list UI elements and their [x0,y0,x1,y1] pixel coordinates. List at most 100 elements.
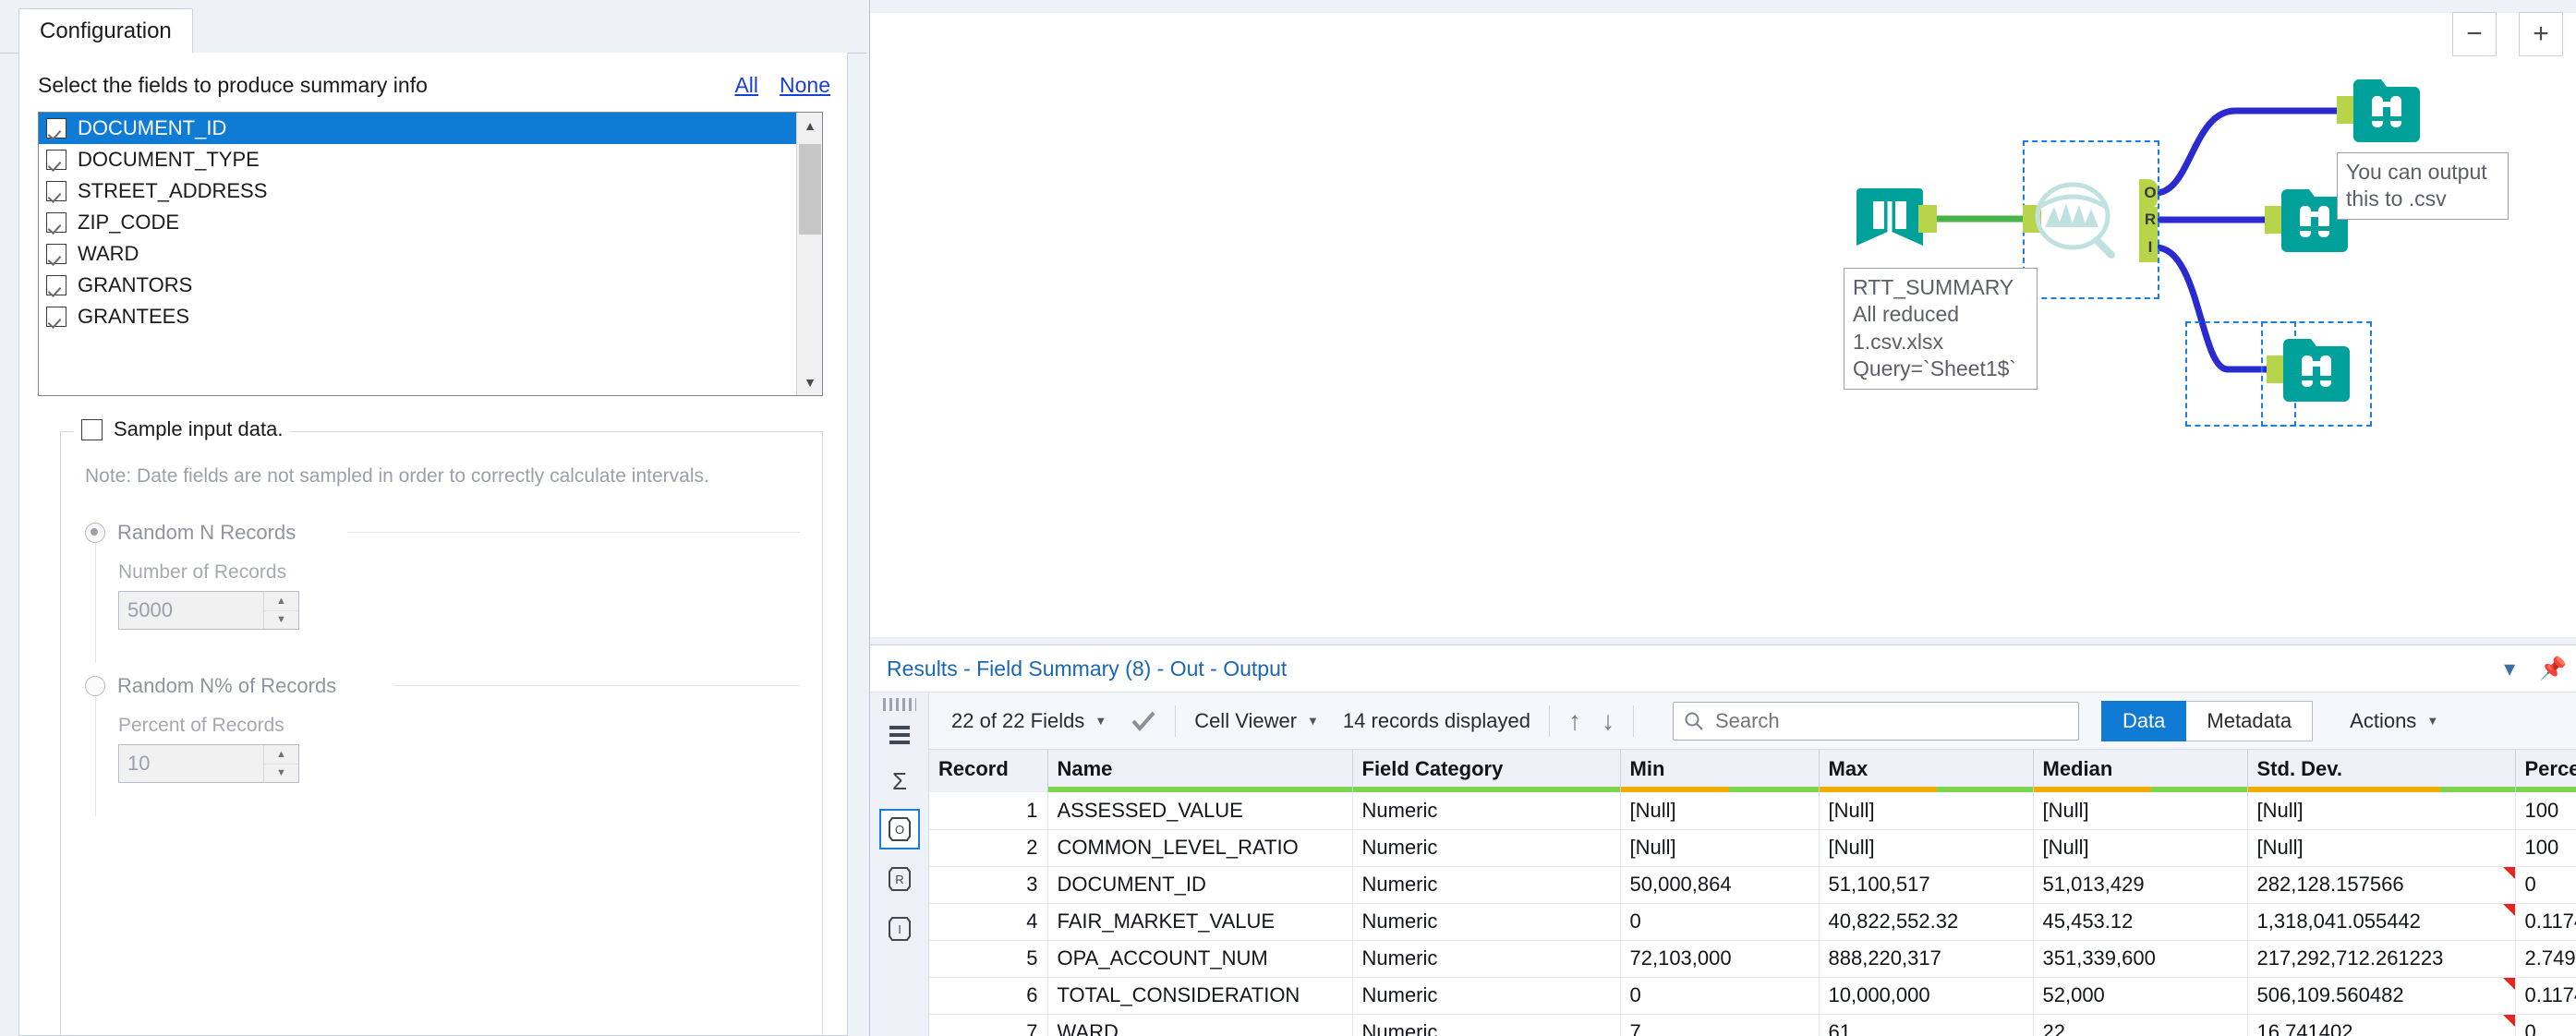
table-cell-record[interactable]: 2 [929,829,1047,866]
table-cell-missing[interactable]: 100 [2515,829,2576,866]
table-cell-name[interactable]: FAIR_MARKET_VALUE [1047,903,1352,940]
scroll-down-arrow-icon[interactable]: ↓ [1602,706,1615,736]
radio-n-records-indicator[interactable] [85,523,105,543]
table-cell-name[interactable]: DOCUMENT_ID [1047,866,1352,903]
column-header[interactable]: Std. Dev. [2247,750,2515,792]
column-header[interactable]: Max [1819,750,2033,792]
scroll-up-icon[interactable]: ▲ [797,113,823,139]
radio-random-n-records[interactable]: Random N Records [85,521,296,545]
table-cell-stddev[interactable]: [Null] [2247,792,2515,829]
table-row[interactable]: 4FAIR_MARKET_VALUENumeric040,822,552.324… [929,903,2576,940]
table-cell-record[interactable]: 6 [929,977,1047,1014]
search-box[interactable] [1673,702,2079,741]
field-list-item[interactable]: STREET_ADDRESS [39,175,798,207]
column-header[interactable]: Name [1047,750,1352,792]
table-cell-median[interactable]: [Null] [2033,829,2247,866]
table-cell-category[interactable]: Numeric [1352,903,1620,940]
table-cell-min[interactable]: 72,103,000 [1620,940,1819,977]
scroll-down-icon[interactable]: ▼ [797,369,823,395]
table-cell-max[interactable]: 51,100,517 [1819,866,2033,903]
table-cell-median[interactable]: 351,339,600 [2033,940,2247,977]
table-cell-min[interactable]: 0 [1620,977,1819,1014]
table-cell-name[interactable]: COMMON_LEVEL_RATIO [1047,829,1352,866]
table-cell-category[interactable]: Numeric [1352,977,1620,1014]
percent-of-records-stepper[interactable]: 10 ▲ ▼ [118,744,299,783]
table-cell-missing[interactable]: 0.117495 [2515,977,2576,1014]
input-output-port[interactable] [1918,205,1937,233]
field-checkbox[interactable] [46,212,67,233]
table-cell-missing[interactable]: 0.117495 [2515,903,2576,940]
pin-icon[interactable]: 📌 [2539,656,2567,682]
table-cell-stddev[interactable]: 1,318,041.055442 [2247,903,2515,940]
field-list[interactable]: DOCUMENT_IDDOCUMENT_TYPESTREET_ADDRESSZI… [38,112,823,396]
number-of-records-spin-buttons[interactable]: ▲ ▼ [263,592,298,629]
table-cell-max[interactable]: 40,822,552.32 [1819,903,2033,940]
profile-r-icon[interactable]: R [879,859,920,899]
percent-of-records-value[interactable]: 10 [119,752,263,776]
table-cell-missing[interactable]: 100 [2515,792,2576,829]
tab-data[interactable]: Data [2101,701,2186,741]
sigma-icon[interactable]: Σ [879,761,920,801]
table-cell-median[interactable]: 22 [2033,1014,2247,1036]
radio-n-percent-indicator[interactable] [85,676,105,696]
table-cell-max[interactable]: 10,000,000 [1819,977,2033,1014]
column-header[interactable]: Percent Missing [2515,750,2576,792]
tab-configuration[interactable]: Configuration [18,8,193,54]
results-grid[interactable]: RecordNameField CategoryMinMaxMedianStd.… [929,750,2576,1036]
apply-fields-check-icon[interactable] [1131,710,1156,732]
field-list-item[interactable]: ZIP_CODE [39,207,798,238]
scrollbar-thumb[interactable] [799,144,821,235]
field-checkbox[interactable] [46,275,67,295]
table-cell-record[interactable]: 5 [929,940,1047,977]
field-list-item[interactable]: DOCUMENT_ID [39,113,798,144]
field-checkbox[interactable] [46,244,67,264]
layers-icon[interactable] [879,715,920,755]
table-cell-median[interactable]: [Null] [2033,792,2247,829]
tab-metadata[interactable]: Metadata [2186,701,2313,741]
table-cell-min[interactable]: 7 [1620,1014,1819,1036]
field-list-scrollbar[interactable]: ▲ ▼ [796,113,822,395]
table-cell-min[interactable]: [Null] [1620,792,1819,829]
table-cell-record[interactable]: 3 [929,866,1047,903]
table-cell-stddev[interactable]: 217,292,712.261223 [2247,940,2515,977]
table-row[interactable]: 1ASSESSED_VALUENumeric[Null][Null][Null]… [929,792,2576,829]
field-checkbox[interactable] [46,150,67,170]
field-list-item[interactable]: DOCUMENT_TYPE [39,144,798,175]
field-list-item[interactable]: GRANTORS [39,270,798,301]
table-cell-min[interactable]: 0 [1620,903,1819,940]
select-none-link[interactable]: None [780,73,830,98]
table-cell-stddev[interactable]: 282,128.157566 [2247,866,2515,903]
table-cell-max[interactable]: 61 [1819,1014,2033,1036]
table-cell-median[interactable]: 51,013,429 [2033,866,2247,903]
scroll-up-arrow-icon[interactable]: ↑ [1568,706,1581,736]
field-checkbox[interactable] [46,118,67,139]
table-row[interactable]: 2COMMON_LEVEL_RATIONumeric[Null][Null][N… [929,829,2576,866]
table-row[interactable]: 6TOTAL_CONSIDERATIONNumeric010,000,00052… [929,977,2576,1014]
table-cell-stddev[interactable]: 16.741402 [2247,1014,2515,1036]
table-cell-missing[interactable]: 0 [2515,866,2576,903]
sample-input-checkbox[interactable] [81,419,103,440]
workflow-canvas[interactable]: − + [869,0,2576,637]
column-header[interactable]: Median [2033,750,2247,792]
stepper-up-icon[interactable]: ▲ [264,592,298,611]
fields-selector[interactable]: 22 of 22 Fields ▼ [951,709,1107,733]
table-cell-max[interactable]: 888,220,317 [1819,940,2033,977]
profile-i-icon[interactable]: I [879,909,920,949]
chevron-down-icon[interactable]: ▾ [2504,656,2515,682]
table-cell-stddev[interactable]: [Null] [2247,829,2515,866]
table-cell-category[interactable]: Numeric [1352,866,1620,903]
number-of-records-stepper[interactable]: 5000 ▲ ▼ [118,591,299,630]
table-cell-missing[interactable]: 2.749383 [2515,940,2576,977]
field-list-item[interactable]: GRANTEES [39,301,798,332]
field-checkbox[interactable] [46,181,67,201]
stepper-down-icon[interactable]: ▼ [264,611,298,630]
table-cell-record[interactable]: 1 [929,792,1047,829]
sample-input-toggle[interactable]: Sample input data. [74,417,290,441]
table-row[interactable]: 7WARDNumeric7612216.7414020 [929,1014,2576,1036]
table-cell-max[interactable]: [Null] [1819,792,2033,829]
table-cell-min[interactable]: 50,000,864 [1620,866,1819,903]
cell-viewer-selector[interactable]: Cell Viewer ▼ [1194,709,1319,733]
field-checkbox[interactable] [46,307,67,327]
select-all-link[interactable]: All [734,73,758,98]
table-cell-stddev[interactable]: 506,109.560482 [2247,977,2515,1014]
